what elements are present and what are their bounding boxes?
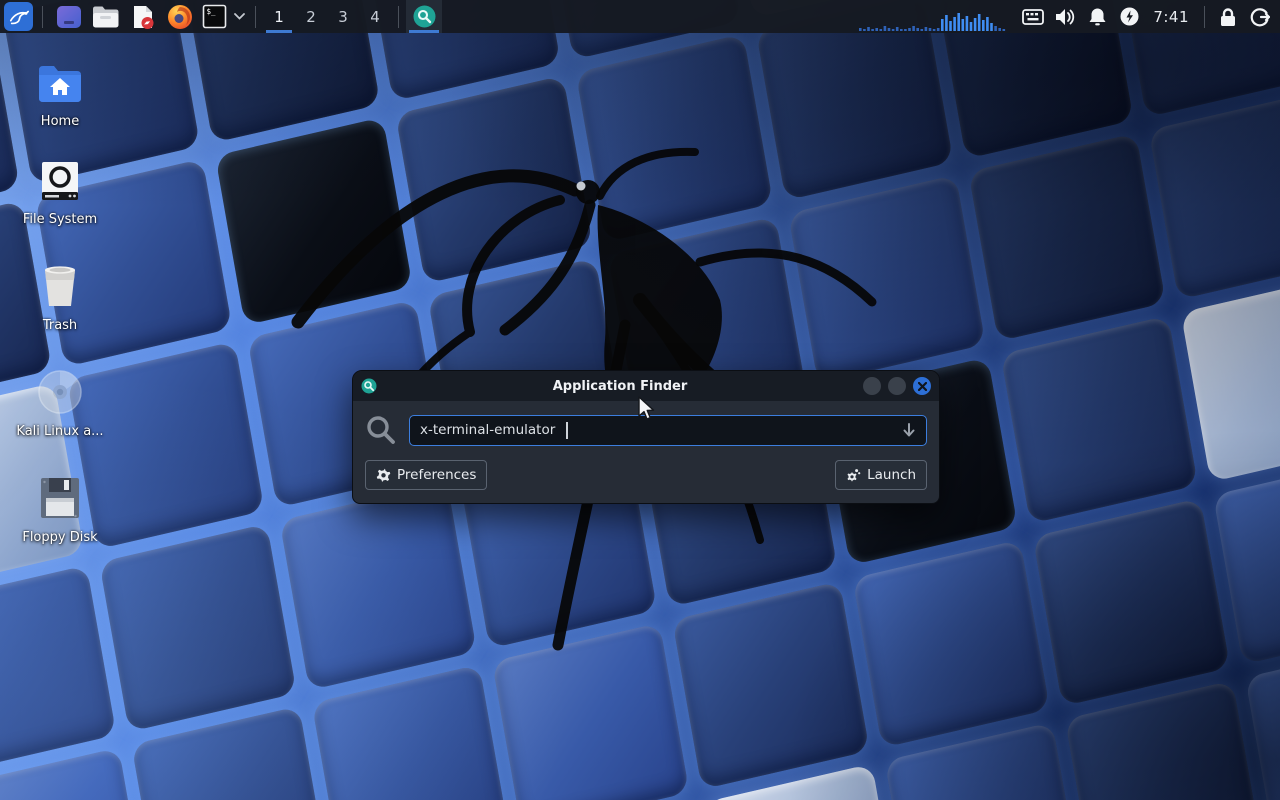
preferences-button[interactable]: Preferences — [365, 460, 487, 490]
workspace-label: 1 — [274, 8, 284, 26]
search-input[interactable]: x-terminal-emulator — [409, 415, 927, 446]
wallpaper-cube — [1000, 316, 1198, 524]
preferences-button-label: Preferences — [397, 467, 476, 483]
workspace-label: 2 — [306, 8, 316, 26]
search-input-value: x-terminal-emulator — [420, 422, 555, 438]
terminal-icon: $_ — [202, 4, 227, 29]
search-icon — [365, 414, 397, 446]
chevron-down-icon — [234, 13, 245, 20]
desktop-icon-label: Trash — [12, 318, 108, 333]
notifications-bell-icon[interactable] — [1081, 0, 1113, 33]
launch-button-label: Launch — [867, 467, 916, 483]
close-button[interactable] — [913, 377, 931, 395]
wallpaper-cube — [1181, 274, 1280, 482]
top-panel: $_ 1 2 3 4 — [0, 0, 1280, 33]
launcher-file-manager[interactable] — [87, 0, 124, 33]
floppy-disk-icon — [12, 472, 108, 520]
wallpaper-cube — [99, 524, 297, 732]
volume-tray-icon[interactable] — [1049, 0, 1081, 33]
cd-disc-icon — [12, 366, 108, 414]
workspace-2[interactable]: 2 — [295, 0, 327, 33]
audio-spectrum-graph[interactable] — [857, 2, 1007, 33]
kali-logo-icon — [4, 2, 33, 31]
logout-icon — [1250, 7, 1270, 27]
panel-separator — [398, 6, 399, 28]
desktop-icon-floppy-disk[interactable]: Floppy Disk — [12, 472, 108, 545]
launcher-whisker[interactable] — [50, 0, 87, 33]
applications-menu-button[interactable] — [2, 0, 35, 33]
wallpaper-cube — [1033, 498, 1231, 706]
home-folder-icon — [12, 56, 108, 104]
desktop-icon-trash[interactable]: Trash — [12, 260, 108, 333]
application-finder-tray-button[interactable] — [406, 0, 442, 33]
wallpaper-cube — [312, 664, 510, 800]
minimize-button[interactable] — [863, 377, 881, 395]
launcher-terminal[interactable]: $_ — [198, 0, 230, 33]
dropdown-arrow-icon[interactable] — [901, 422, 917, 439]
window-app-icon — [56, 4, 82, 30]
wallpaper-cube — [1245, 639, 1280, 800]
wallpaper-cube — [492, 623, 690, 800]
panel-separator — [42, 6, 43, 28]
desktop-icon-file-system[interactable]: File System — [12, 154, 108, 227]
workspace-switcher: 1 2 3 4 — [263, 0, 391, 33]
wallpaper-cube — [395, 75, 593, 283]
hard-drive-icon — [12, 154, 108, 202]
wallpaper-cube — [788, 175, 986, 383]
wallpaper-cube — [576, 34, 774, 242]
trash-can-icon — [12, 260, 108, 308]
svg-text:$_: $_ — [206, 7, 216, 16]
panel-separator — [1204, 6, 1205, 28]
keyboard-tray-icon[interactable] — [1017, 0, 1049, 33]
text-caret — [566, 422, 568, 439]
document-icon — [130, 4, 156, 30]
panel-separator — [255, 6, 256, 28]
logout-button[interactable] — [1244, 0, 1276, 33]
close-icon — [918, 382, 927, 391]
desktop-icon-kali-cd[interactable]: Kali Linux a... — [12, 366, 108, 439]
lock-icon — [1219, 7, 1237, 27]
application-finder-window: Application Finder x-terminal-emulator — [352, 370, 940, 504]
wallpaper-cube — [968, 133, 1166, 341]
gear-icon — [376, 468, 391, 483]
desktop-icon-label: Kali Linux a... — [12, 424, 108, 439]
firefox-icon — [167, 4, 193, 30]
titlebar[interactable]: Application Finder — [353, 371, 939, 401]
folder-icon — [92, 5, 119, 29]
wallpaper-cube — [279, 482, 477, 690]
lock-screen-button[interactable] — [1212, 0, 1244, 33]
launcher-firefox[interactable] — [161, 0, 198, 33]
wallpaper-cube — [215, 117, 413, 325]
window-title: Application Finder — [377, 379, 863, 394]
wallpaper-cube — [852, 540, 1050, 748]
wallpaper-cube — [0, 565, 116, 773]
search-tray-icon — [413, 5, 436, 28]
terminal-dropdown-chevron[interactable] — [230, 0, 248, 33]
maximize-button[interactable] — [888, 377, 906, 395]
launch-gear-icon — [846, 468, 861, 483]
wallpaper-cube — [1149, 91, 1280, 299]
launcher-text-editor[interactable] — [124, 0, 161, 33]
power-manager-icon[interactable] — [1113, 0, 1145, 33]
app-finder-badge-icon — [361, 378, 377, 394]
desktop-icon-label: Floppy Disk — [12, 530, 108, 545]
workspace-label: 4 — [370, 8, 380, 26]
wallpaper-cube — [672, 581, 870, 789]
desktop-icon-home[interactable]: Home — [12, 56, 108, 129]
workspace-1[interactable]: 1 — [263, 0, 295, 33]
workspace-3[interactable]: 3 — [327, 0, 359, 33]
launch-button[interactable]: Launch — [835, 460, 927, 490]
workspace-4[interactable]: 4 — [359, 0, 391, 33]
workspace-label: 3 — [338, 8, 348, 26]
desktop-icon-label: File System — [12, 212, 108, 227]
clock[interactable]: 7:41 — [1145, 8, 1197, 26]
desktop-icon-label: Home — [12, 114, 108, 129]
